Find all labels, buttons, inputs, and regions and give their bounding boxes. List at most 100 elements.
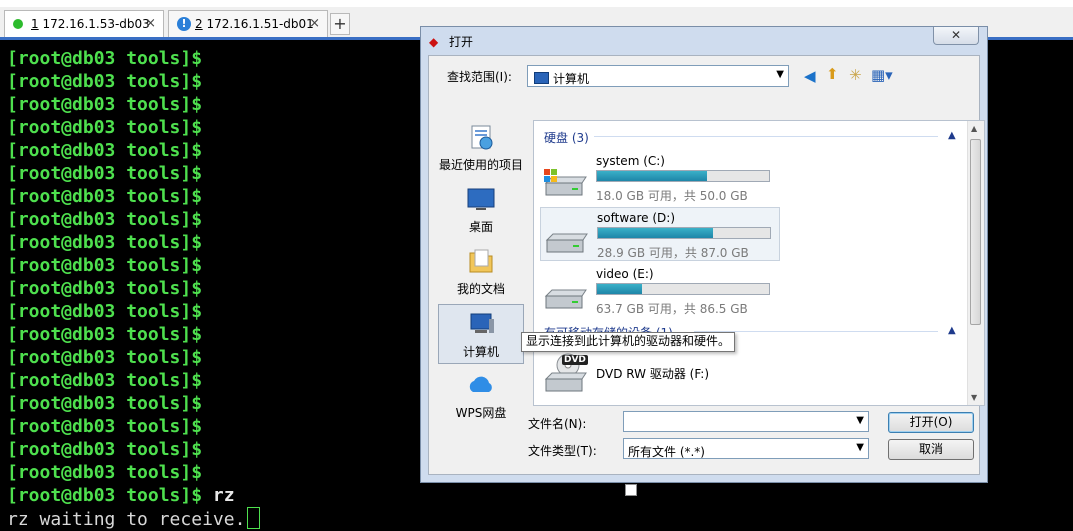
terminal-prompt-line: [root@db03 tools]$ [7, 117, 203, 138]
drive-space-info: 28.9 GB 可用，共 87.0 GB [597, 246, 749, 260]
drive-usage-bar [596, 283, 770, 295]
back-icon[interactable]: ◀ [804, 67, 816, 85]
terminal-output-text: rz waiting to receive. [7, 509, 246, 530]
collapse-icon[interactable]: ▲ [948, 325, 956, 336]
terminal-prompt-line: [root@db03 tools]$ [7, 209, 203, 230]
collapse-icon[interactable]: ▲ [948, 130, 956, 141]
scroll-down-icon[interactable]: ▼ [971, 393, 977, 402]
file-list[interactable]: 硬盘 (3) ▲ system (C:) 18.0 GB 可用，共 50.0 G… [533, 120, 985, 406]
look-in-combo[interactable]: 计算机 ▼ [527, 65, 789, 87]
terminal-prompt-line: [root@db03 tools]$ [7, 462, 203, 483]
new-folder-icon[interactable]: ✳ [849, 66, 862, 84]
documents-icon [469, 249, 493, 273]
drive-item-e[interactable]: video (E:) 63.7 GB 可用，共 86.5 GB [540, 264, 780, 318]
up-folder-icon[interactable]: ⬆ [826, 65, 839, 83]
file-list-scrollbar[interactable]: ▲ ▼ [967, 121, 984, 405]
scrollbar-thumb[interactable] [970, 139, 981, 325]
dialog-client-area: 查找范围(I): 计算机 ▼ ◀ ⬆ ✳ ▦▾ 最近使用的项目 桌面 我的文档 [428, 55, 985, 499]
desktop-icon [467, 188, 495, 210]
chevron-down-icon: ▼ [776, 69, 784, 80]
app-icon: ◆ [429, 35, 439, 49]
tab-bar-top-strip [0, 0, 1073, 7]
windows-drive-icon [544, 169, 587, 196]
connected-status-icon [13, 19, 23, 29]
filename-label: 文件名(N): [528, 417, 587, 431]
terminal-prompt-line: [root@db03 tools]$ [7, 140, 203, 161]
view-menu-icon[interactable]: ▦▾ [871, 66, 893, 84]
ascii-checkbox[interactable] [625, 484, 637, 496]
terminal-cursor [247, 507, 261, 529]
terminal-prompt-line: [root@db03 tools]$ [7, 416, 203, 437]
terminal-prompt-line: [root@db03 tools]$ [7, 393, 203, 414]
drive-usage-bar [596, 170, 770, 182]
drive-item-d[interactable]: software (D:) 28.9 GB 可用，共 87.0 GB [540, 207, 780, 261]
recent-items-icon [471, 125, 493, 150]
dialog-titlebar[interactable]: ◆ 打开 ✕ [421, 27, 987, 55]
drive-usage-bar [597, 227, 771, 239]
tab-session-2[interactable]: ! 2 172.16.1.51-db01 × [168, 10, 328, 37]
terminal-prompt-line: [root@db03 tools]$ [7, 94, 203, 115]
open-file-dialog: ◆ 打开 ✕ 查找范围(I): 计算机 ▼ ◀ ⬆ ✳ ▦▾ 最近使用的项目 桌… [420, 26, 988, 499]
tab-session-1[interactable]: 1 172.16.1.53-db03 × [4, 10, 164, 37]
terminal-prompt-line: [root@db03 tools]$ [7, 232, 203, 253]
terminal-prompt-line: [root@db03 tools]$ [7, 347, 203, 368]
place-desktop[interactable]: 桌面 [438, 180, 524, 240]
look-in-value: 计算机 [553, 72, 590, 86]
tab-title: 172.16.1.51-db01 [202, 17, 314, 31]
tab-title: 172.16.1.53-db03 [38, 17, 150, 31]
drive-name: video (E:) [596, 267, 654, 281]
cancel-button[interactable]: 取消 [888, 439, 974, 460]
computer-icon [470, 313, 494, 333]
dvd-badge: DVD [562, 355, 588, 365]
place-label: 我的文档 [456, 282, 505, 296]
computer-small-icon [534, 72, 549, 84]
filetype-label: 文件类型(T): [528, 444, 597, 458]
drive-usage-fill [597, 171, 708, 181]
tab-close-icon[interactable]: × [309, 16, 320, 31]
open-button[interactable]: 打开(O) [888, 412, 974, 433]
drive-name: software (D:) [597, 211, 675, 225]
tab-number: 1 [31, 17, 39, 31]
warning-status-icon: ! [177, 17, 191, 31]
hard-drive-icon [544, 289, 587, 309]
filename-input[interactable]: ▼ [623, 411, 869, 432]
filetype-select[interactable]: 所有文件 (*.*) ▼ [623, 438, 869, 459]
terminal-prompt-line: [root@db03 tools]$ [7, 186, 203, 207]
tab-number: 2 [195, 17, 203, 31]
filetype-value: 所有文件 (*.*) [628, 445, 705, 459]
tooltip: 显示连接到此计算机的驱动器和硬件。 [521, 332, 736, 352]
place-recent-items[interactable]: 最近使用的项目 [438, 118, 524, 178]
place-documents[interactable]: 我的文档 [438, 242, 524, 302]
terminal-command: rz [202, 485, 235, 506]
dialog-close-button[interactable]: ✕ [933, 27, 979, 45]
terminal-prompt-line: [root@db03 tools]$ [7, 370, 203, 391]
drive-name: DVD RW 驱动器 (F:) [596, 367, 710, 381]
scroll-up-icon[interactable]: ▲ [971, 124, 977, 133]
dialog-title: 打开 [449, 35, 474, 49]
drive-usage-fill [598, 228, 714, 238]
group-header-hard-disks[interactable]: 硬盘 (3) [544, 129, 589, 146]
terminal-prompt-line: [root@db03 tools]$ [7, 255, 203, 276]
ascii-checkbox-label[interactable]: 发送文件到ASCII [640, 483, 731, 500]
tab-close-icon[interactable]: × [145, 16, 156, 31]
group-divider [594, 136, 938, 137]
drive-item-f[interactable]: DVD DVD RW 驱动器 (F:) [540, 347, 780, 397]
add-tab-button[interactable]: + [330, 13, 350, 35]
place-label: 计算机 [462, 345, 499, 359]
place-wps-cloud[interactable]: WPS网盘 [438, 366, 524, 426]
terminal-prompt: [root@db03 tools]$ [7, 485, 203, 506]
drive-usage-fill [597, 284, 642, 294]
chevron-down-icon: ▼ [856, 415, 864, 426]
terminal-prompt-line: [root@db03 tools]$ [7, 439, 203, 460]
drive-space-info: 18.0 GB 可用，共 50.0 GB [596, 189, 748, 203]
place-computer[interactable]: 计算机 [438, 304, 524, 364]
drive-space-info: 63.7 GB 可用，共 86.5 GB [596, 302, 748, 316]
terminal-command-line: [root@db03 tools]$ rz [7, 484, 235, 507]
place-label: WPS网盘 [455, 406, 507, 420]
terminal-prompt-line: [root@db03 tools]$ [7, 48, 203, 69]
cloud-drive-icon [469, 376, 492, 392]
place-label: 桌面 [468, 220, 493, 234]
terminal-prompt-line: [root@db03 tools]$ [7, 163, 203, 184]
places-bar: 最近使用的项目 桌面 我的文档 计算机 WPS网盘 [436, 118, 532, 433]
drive-item-c[interactable]: system (C:) 18.0 GB 可用，共 50.0 GB [540, 151, 780, 205]
